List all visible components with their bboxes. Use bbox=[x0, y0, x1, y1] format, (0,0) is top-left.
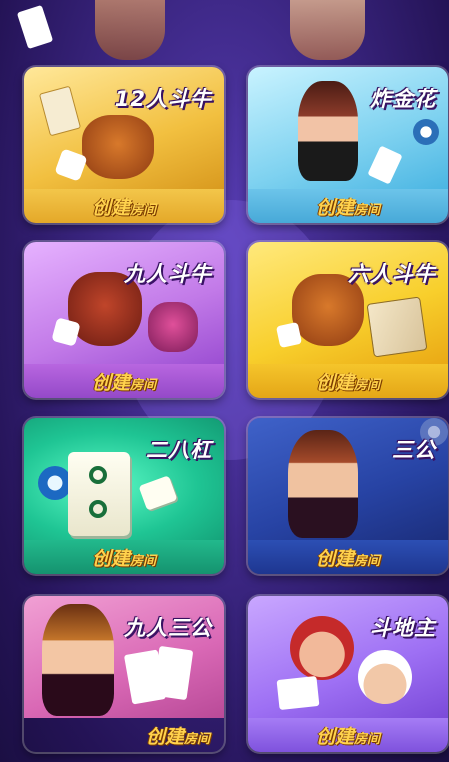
chip-icon bbox=[38, 466, 72, 500]
woman-dealer-icon bbox=[42, 604, 114, 716]
game-card-6-bull[interactable]: 六人斗牛 创建房间 bbox=[248, 242, 448, 398]
playing-card-icon bbox=[367, 145, 403, 185]
dice-icon bbox=[275, 321, 303, 349]
create-room-button[interactable]: 创建房间 bbox=[24, 718, 224, 752]
create-room-button[interactable]: 创建房间 bbox=[248, 364, 448, 398]
cartoon-men-icon bbox=[290, 616, 354, 680]
dice-icon bbox=[51, 317, 81, 347]
create-label: 创建房间 bbox=[145, 725, 210, 748]
create-room-button[interactable]: 创建房间 bbox=[24, 364, 224, 398]
game-card-9-bull[interactable]: 九人斗牛 创建房间 bbox=[24, 242, 224, 398]
create-room-button[interactable]: 创建房间 bbox=[24, 189, 224, 223]
woman-dealer-icon bbox=[288, 430, 358, 538]
playing-card-icon bbox=[276, 675, 320, 711]
game-card-erbagang[interactable]: 二八杠 创建房间 bbox=[24, 418, 224, 574]
create-room-button[interactable]: 创建房间 bbox=[248, 540, 448, 574]
game-card-12-bull[interactable]: 12人斗牛 创建房间 bbox=[24, 67, 224, 223]
game-title: 二八杠 bbox=[146, 438, 212, 462]
create-label: 创建房间 bbox=[315, 725, 381, 748]
game-card-doudizhu[interactable]: 斗地主 创建房间 bbox=[248, 596, 448, 752]
playing-card-icon bbox=[152, 645, 194, 701]
mahjong-tile-small-icon bbox=[138, 475, 178, 511]
create-room-button[interactable]: 创建房间 bbox=[248, 189, 448, 223]
game-title: 九人斗牛 bbox=[124, 262, 212, 286]
create-label: 创建房间 bbox=[315, 547, 381, 570]
mahjong-tile-icon bbox=[68, 452, 130, 536]
create-label: 创建房间 bbox=[91, 547, 157, 570]
playing-cards-icon bbox=[366, 296, 428, 358]
game-title: 斗地主 bbox=[370, 616, 436, 640]
create-room-button[interactable]: 创建房间 bbox=[24, 540, 224, 574]
chip-icon bbox=[413, 119, 439, 145]
game-card-zhajinhua[interactable]: 炸金花 创建房间 bbox=[248, 67, 448, 223]
game-card-sangong[interactable]: 三公 创建房间 bbox=[248, 418, 448, 574]
woman-dealer-icon bbox=[298, 81, 358, 181]
game-card-9-sangong[interactable]: 九人三公 创建房间 bbox=[24, 596, 224, 752]
playing-card-icon bbox=[38, 85, 82, 137]
bull-mascot-small-icon bbox=[148, 302, 198, 352]
game-title: 六人斗牛 bbox=[348, 262, 436, 286]
create-label: 创建房间 bbox=[315, 371, 381, 394]
game-title: 12人斗牛 bbox=[114, 87, 212, 111]
cartoon-man-chef-icon bbox=[358, 650, 412, 704]
game-title: 炸金花 bbox=[370, 87, 436, 111]
create-room-button[interactable]: 创建房间 bbox=[248, 718, 448, 752]
create-label: 创建房间 bbox=[315, 196, 381, 219]
game-title: 九人三公 bbox=[124, 616, 212, 640]
game-title: 三公 bbox=[392, 438, 436, 462]
create-label: 创建房间 bbox=[91, 196, 157, 219]
game-grid: 12人斗牛 创建房间 炸金花 创建房间 九人斗牛 创建房间 六人斗牛 创建房间 … bbox=[0, 0, 449, 762]
create-label: 创建房间 bbox=[91, 371, 157, 394]
bull-mascot-icon bbox=[82, 115, 154, 179]
